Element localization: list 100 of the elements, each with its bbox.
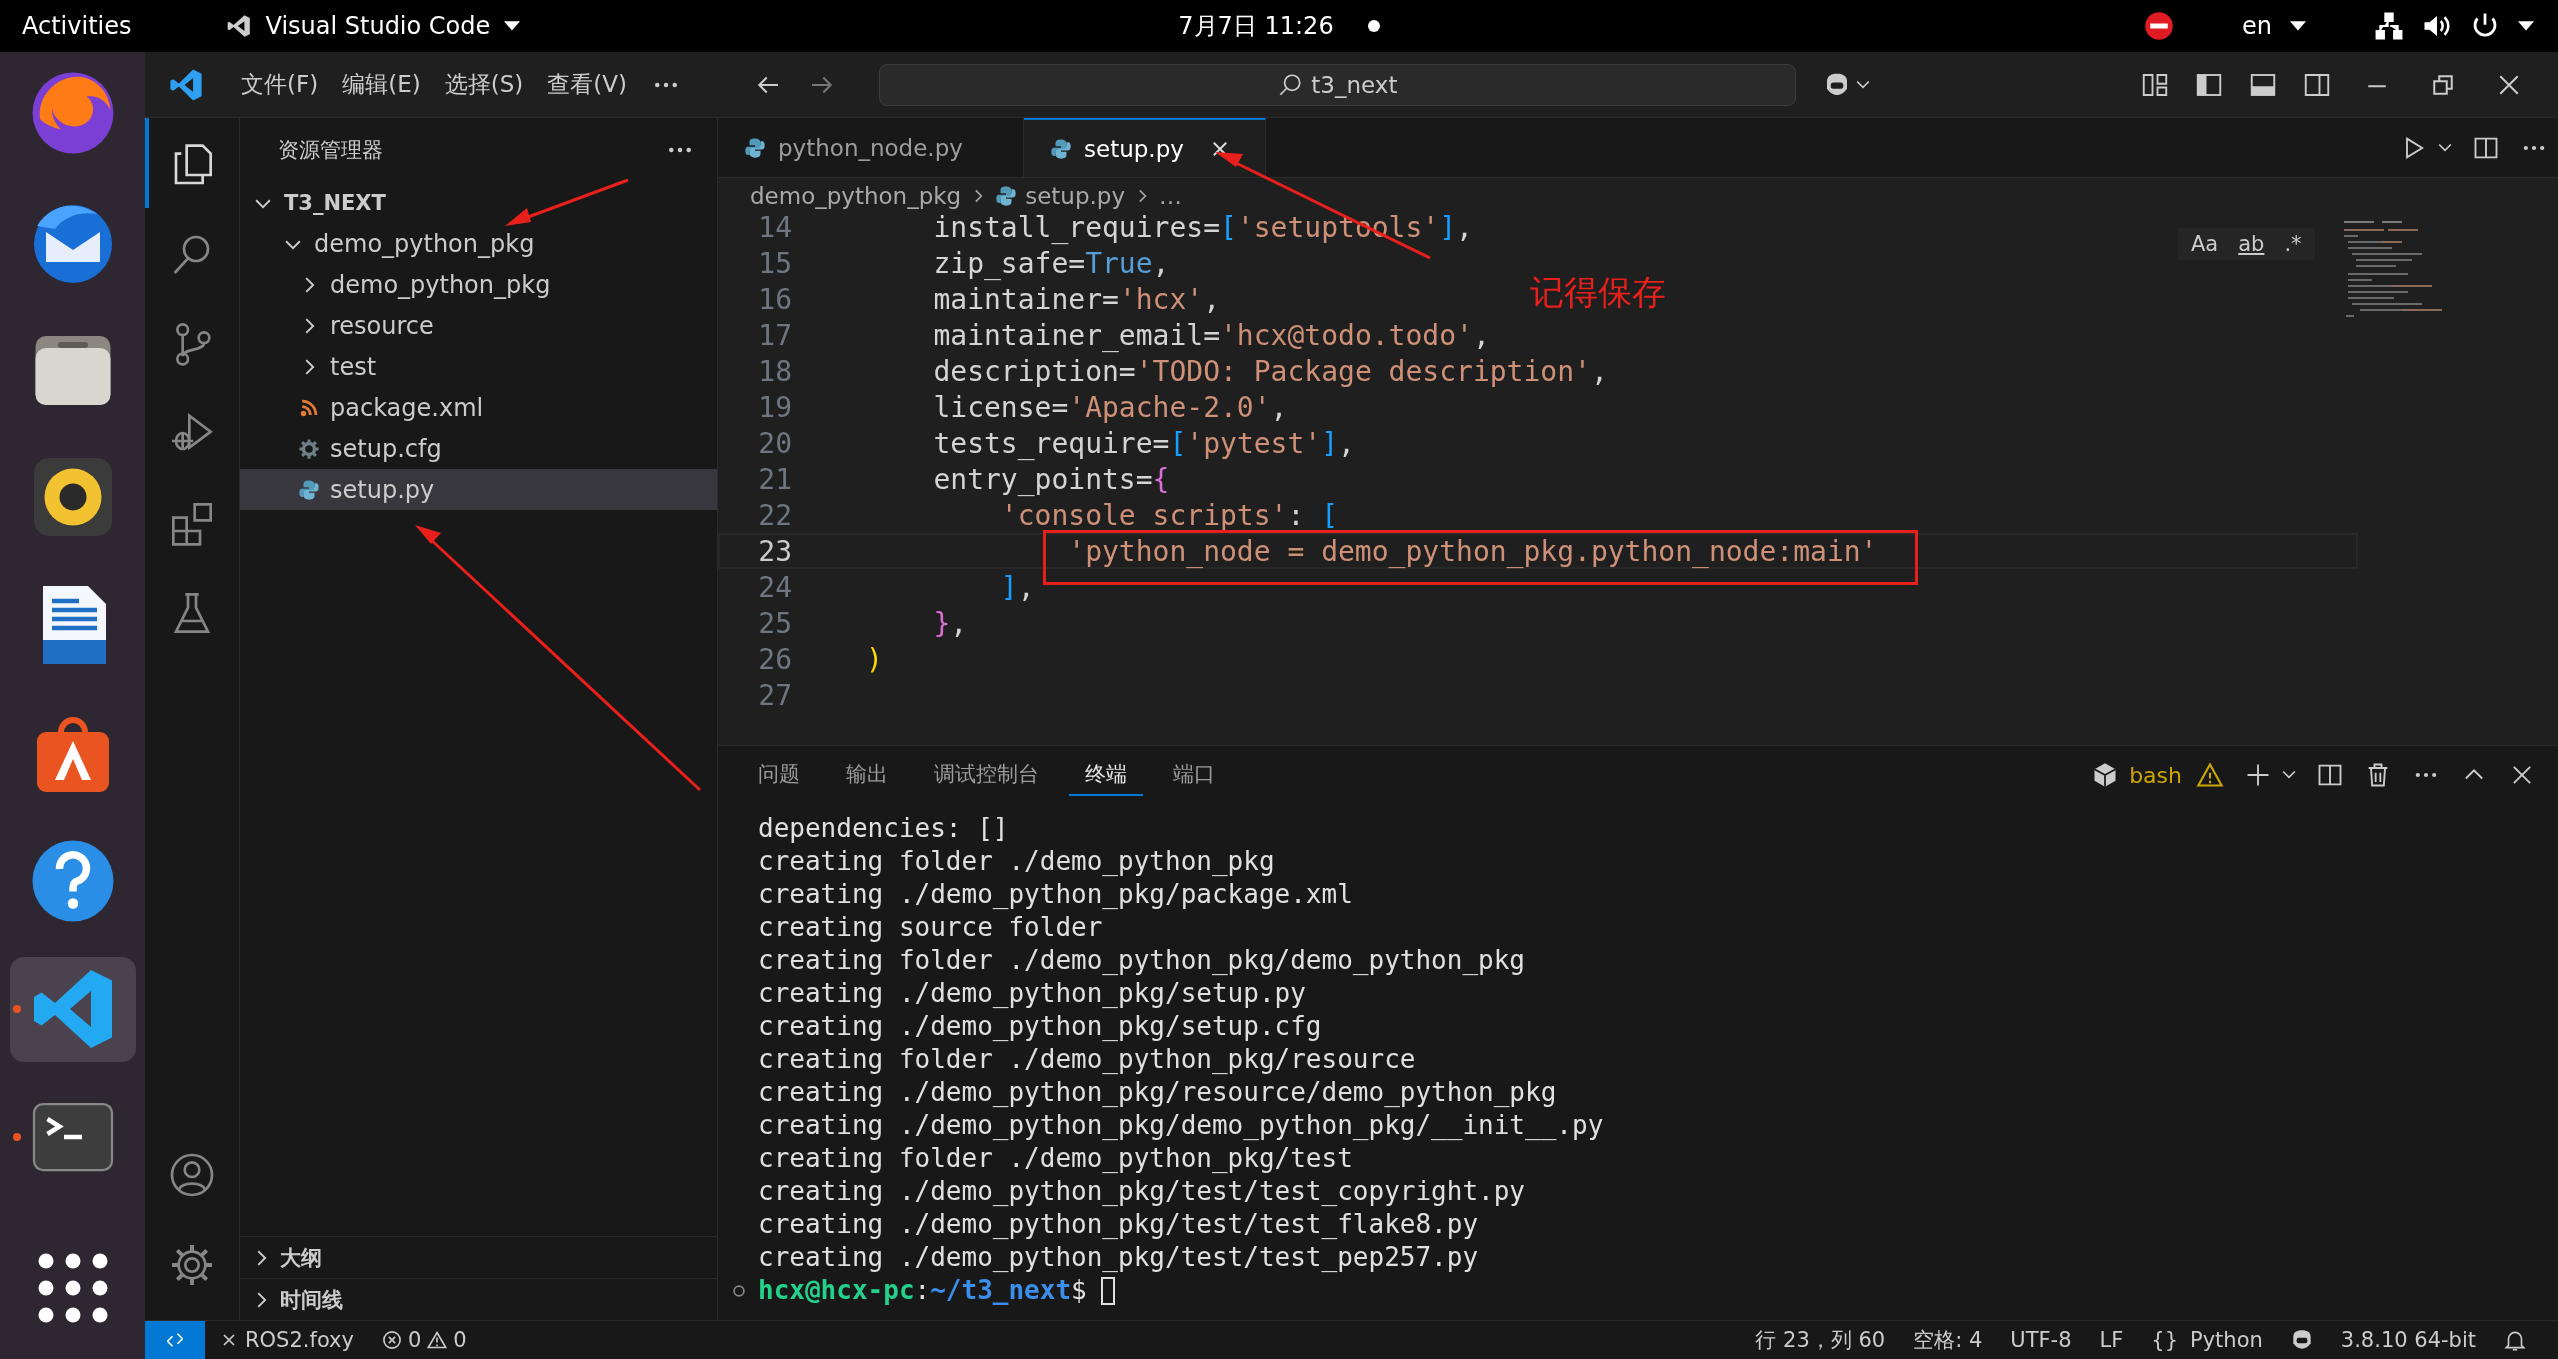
panel-tab[interactable]: 端口 <box>1157 754 1231 796</box>
tree-item[interactable]: demo_python_pkg <box>240 223 717 264</box>
indentation-status[interactable]: 空格: 4 <box>1899 1326 1997 1354</box>
find-option-toggle[interactable]: .* <box>2281 232 2305 256</box>
caret-icon <box>504 20 521 32</box>
menu-item[interactable]: 查看(V) <box>535 63 639 106</box>
language-menu[interactable]: en <box>2242 12 2272 40</box>
terminal-line: creating ./demo_python_pkg/setup.py <box>758 977 1307 1010</box>
dock-item[interactable] <box>9 956 136 1062</box>
code-line: entry_points={ <box>933 462 1170 496</box>
tree-item[interactable]: package.xml <box>240 387 717 428</box>
tree-item[interactable]: test <box>240 346 717 387</box>
editor-tab[interactable]: setup.py <box>1024 118 1266 177</box>
section-header[interactable]: 大纲 <box>240 1236 717 1278</box>
tree-item[interactable]: setup.cfg <box>240 428 717 469</box>
terminal-line: creating ./demo_python_pkg/test/test_flake8.py <box>758 1208 1480 1241</box>
tree-item[interactable]: demo_python_pkg <box>240 264 717 305</box>
circle-icon <box>732 1283 746 1298</box>
find-option-toggle[interactable]: Aa <box>2188 232 2222 256</box>
line-number: 26 <box>757 642 792 676</box>
line-number: 24 <box>757 570 792 604</box>
python-icon <box>1050 137 1072 160</box>
python-icon <box>995 185 1018 207</box>
encoding-status[interactable]: UTF-8 <box>1996 1328 2086 1352</box>
notification-dot-icon <box>1367 20 1380 32</box>
terminal-line: dependencies: [] <box>758 812 1010 845</box>
terminal-line: creating ./demo_python_pkg/test/test_pep257.py <box>758 1241 1480 1274</box>
code-line: tests_require=['pytest'], <box>933 426 1355 460</box>
search-field[interactable]: t3_next <box>878 63 1796 106</box>
terminal-line: creating folder ./demo_python_pkg/demo_python_pkg <box>758 944 1526 977</box>
terminal-line: creating ./demo_python_pkg/package.xml <box>758 878 1354 911</box>
problems-status[interactable]: 0 0 <box>367 1328 481 1352</box>
tree-root-item[interactable]: T3_NEXT <box>240 182 717 223</box>
code-line: 'console_scripts': [ <box>1000 498 1338 532</box>
code-line: maintainer='hcx', <box>933 282 1221 316</box>
breadcrumb-item[interactable]: demo_python_pkg <box>750 183 962 209</box>
line-number: 17 <box>757 318 792 352</box>
text-cursor <box>1100 1276 1115 1305</box>
code-line: zip_safe=True, <box>933 246 1170 280</box>
terminal-line: creating ./demo_python_pkg/setup.cfg <box>758 1010 1323 1043</box>
terminal-name[interactable]: bash <box>2129 762 2182 788</box>
line-number: 14 <box>757 214 792 244</box>
panel-tab[interactable]: 终端 <box>1069 754 1143 796</box>
network-icon[interactable] <box>2374 11 2404 41</box>
tree-item[interactable]: setup.py <box>240 469 717 510</box>
line-number: 27 <box>757 678 792 712</box>
line-number: 15 <box>757 246 792 280</box>
line-number: 16 <box>757 282 792 316</box>
code-line: ], <box>1000 570 1035 604</box>
warning-icon <box>427 1330 448 1350</box>
do-not-disturb-icon[interactable] <box>2144 11 2174 41</box>
cursor-position[interactable]: 行 23，列 60 <box>1741 1326 1900 1354</box>
warning-icon[interactable] <box>2196 761 2224 789</box>
code-line: 'python_node = demo_python_pkg.python_node:main' <box>1068 534 1878 568</box>
terminal-prompt: hcx@hcx-pc:~/t3_next$ <box>758 1274 1087 1307</box>
code-line: ) <box>866 642 883 676</box>
menu-item[interactable]: 文件(F) <box>229 63 331 106</box>
app-logo-icon <box>225 13 252 39</box>
line-number: 23 <box>757 534 792 568</box>
panel-tab[interactable]: 问题 <box>742 754 816 796</box>
line-number: 22 <box>757 498 792 532</box>
tree-item[interactable]: resource <box>240 305 717 346</box>
language-mode[interactable]: {} Python <box>2137 1328 2277 1352</box>
menu-item[interactable]: 编辑(E) <box>330 63 433 106</box>
code-line: }, <box>933 606 968 640</box>
breadcrumb-item[interactable]: setup.py <box>1025 183 1126 209</box>
python-icon <box>744 136 766 159</box>
interpreter-status[interactable]: 3.8.10 64-bit <box>2326 1328 2490 1352</box>
menu-item[interactable]: 选择(S) <box>432 63 536 106</box>
terminal-line: creating ./demo_python_pkg/test/test_copyright.py <box>758 1175 1526 1208</box>
caret-icon[interactable] <box>1855 79 1870 90</box>
activities-button[interactable]: Activities <box>22 12 132 40</box>
search-icon <box>1277 71 1304 98</box>
breadcrumb-item[interactable]: … <box>1159 183 1183 209</box>
app-logo-icon <box>169 67 203 102</box>
python-icon <box>298 478 320 501</box>
code-line: maintainer_email='hcx@todo.todo', <box>933 318 1490 352</box>
error-icon <box>381 1330 402 1350</box>
clock[interactable]: 7月7日 11:26 <box>1178 10 1334 42</box>
code-line: description='TODO: Package description', <box>933 354 1608 388</box>
panel-title: 资源管理器 <box>278 137 383 164</box>
terminal-line: creating ./demo_python_pkg/resource/demo_python_pkg <box>758 1076 1558 1109</box>
panel-tab[interactable]: 输出 <box>830 754 904 796</box>
line-ending-status[interactable]: LF <box>2085 1328 2138 1352</box>
status-item[interactable]: ROS2.foxy <box>205 1328 368 1352</box>
annotation-text: 记得保存 <box>1530 271 1666 314</box>
panel-tab[interactable]: 调试控制台 <box>918 754 1055 796</box>
caret-icon[interactable] <box>2282 770 2296 780</box>
caret-icon[interactable] <box>2438 142 2452 153</box>
line-number: 25 <box>757 606 792 640</box>
code-line: license='Apache-2.0', <box>933 390 1288 424</box>
line-number: 18 <box>757 354 792 388</box>
line-number: 21 <box>757 462 792 496</box>
terminal-line: creating folder ./demo_python_pkg/test <box>758 1142 1354 1175</box>
line-number: 19 <box>757 390 792 424</box>
gear-icon <box>298 437 320 460</box>
account-icon[interactable] <box>168 1151 216 1199</box>
find-option-toggle[interactable]: ab <box>2235 232 2268 256</box>
app-menu[interactable]: Visual Studio Code <box>265 12 491 40</box>
line-number: 20 <box>757 426 792 460</box>
